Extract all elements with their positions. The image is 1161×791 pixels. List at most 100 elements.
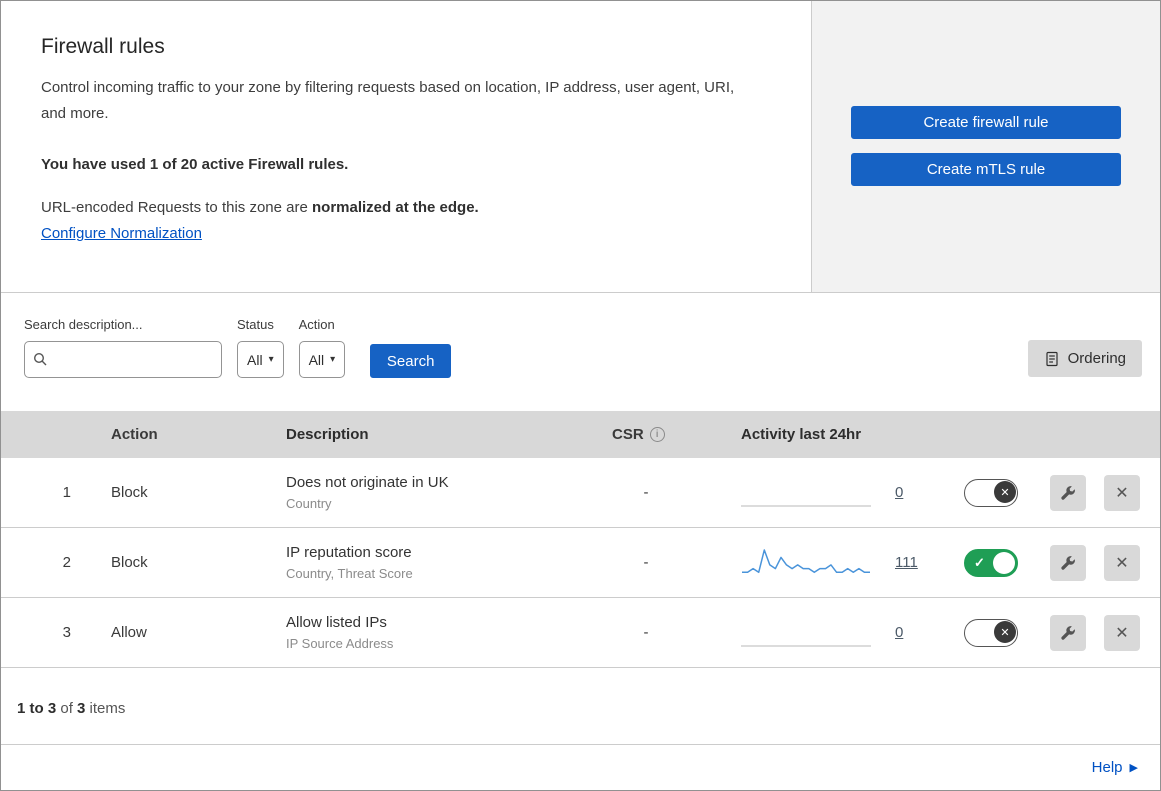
search-button[interactable]: Search	[370, 344, 452, 378]
activity-sparkline	[741, 504, 871, 507]
edit-rule-button[interactable]	[1050, 614, 1086, 651]
row-number: 2	[62, 554, 71, 571]
rule-edit-cell	[1041, 544, 1095, 581]
delete-rule-button[interactable]: ✕	[1104, 474, 1140, 511]
range-text: 1 to 3	[17, 700, 57, 717]
table-row: 2 Block IP reputation score Country, Thr…	[1, 528, 1160, 598]
table-row: 1 Block Does not originate in UK Country…	[1, 458, 1160, 528]
search-box[interactable]	[24, 341, 222, 378]
normalization-prefix: URL-encoded Requests to this zone are	[41, 199, 312, 216]
pagination-summary: 1 to 3 of 3 items	[1, 668, 1160, 744]
status-dropdown[interactable]: All ▾	[237, 341, 284, 378]
row-number: 3	[62, 624, 71, 641]
usage-text: You have used 1 of 20 active Firewall ru…	[41, 156, 349, 173]
delete-rule-button[interactable]: ✕	[1104, 614, 1140, 651]
toggle-knob: ✕	[993, 551, 1015, 574]
page-title: Firewall rules	[41, 35, 165, 58]
filter-bar: Search description... Status All ▾ Actio…	[1, 293, 1160, 411]
header-activity: Activity last 24hr	[696, 426, 941, 443]
activity-count-link[interactable]: 0	[895, 484, 903, 501]
rule-action: Allow	[111, 624, 147, 641]
rule-activity-cell: 0	[696, 475, 941, 511]
action-label: Action	[298, 317, 335, 332]
help-bar: Help ▶	[1, 744, 1160, 790]
activity-sparkline	[741, 644, 871, 647]
normalization-text: URL-encoded Requests to this zone are no…	[41, 199, 741, 216]
rule-toggle-cell: ✓ ✕	[941, 618, 1041, 647]
rule-toggle-cell: ✓ ✕	[941, 478, 1041, 507]
search-input[interactable]	[54, 351, 213, 368]
activity-sparkline	[742, 548, 870, 573]
rule-delete-cell: ✕	[1095, 544, 1149, 581]
check-icon: ✓	[974, 554, 985, 570]
search-field-group: Search description...	[24, 317, 222, 378]
table-row: 3 Allow Allow listed IPs IP Source Addre…	[1, 598, 1160, 668]
rule-description: Does not originate in UK	[286, 474, 449, 491]
search-label: Search description...	[24, 317, 143, 332]
chevron-down-icon: ▾	[330, 354, 336, 365]
page-description: Control incoming traffic to your zone by…	[41, 79, 735, 122]
edit-rule-button[interactable]	[1050, 474, 1086, 511]
rule-csr: -	[643, 554, 649, 571]
wrench-icon	[1060, 485, 1076, 501]
header-activity-label: Activity last 24hr	[741, 426, 862, 443]
rule-description: IP reputation score	[286, 544, 412, 561]
create-firewall-rule-button[interactable]: Create firewall rule	[851, 106, 1121, 139]
rule-toggle-cell: ✓ ✕	[941, 548, 1041, 577]
rule-action: Block	[111, 484, 148, 501]
chevron-down-icon: ▾	[268, 354, 274, 365]
close-icon: ✕	[1115, 484, 1129, 502]
rule-csr: -	[643, 624, 649, 641]
configure-normalization-link[interactable]: Configure Normalization	[41, 225, 202, 242]
activity-count-link[interactable]: 0	[895, 624, 903, 641]
status-filter-group: Status All ▾	[237, 317, 284, 378]
of-text: of	[56, 700, 78, 717]
toggle-knob: ✕	[994, 481, 1016, 503]
header-csr: CSR i	[596, 426, 696, 443]
rule-description: Allow listed IPs	[286, 614, 387, 631]
rule-fields: Country, Threat Score	[286, 566, 413, 581]
rule-enabled-toggle[interactable]: ✓ ✕	[964, 618, 1018, 647]
ordering-button[interactable]: Ordering	[1027, 340, 1142, 377]
header-csr-label: CSR	[612, 426, 644, 443]
header-action: Action	[111, 426, 158, 443]
items-text: items	[85, 700, 126, 717]
delete-rule-button[interactable]: ✕	[1104, 544, 1140, 581]
actions-panel: Create firewall rule Create mTLS rule	[812, 1, 1160, 292]
rules-table: Action Description CSR i Activity last 2…	[1, 411, 1160, 668]
header-description: Description	[286, 426, 369, 443]
action-dropdown[interactable]: All ▾	[298, 341, 346, 378]
rule-fields: IP Source Address	[286, 636, 394, 651]
x-icon: ✕	[1000, 486, 1010, 499]
rule-activity-cell: 111	[696, 545, 941, 581]
rule-enabled-toggle[interactable]: ✓ ✕	[964, 548, 1018, 577]
rule-activity-cell: 0	[696, 615, 941, 651]
row-number: 1	[62, 484, 71, 501]
search-icon	[33, 352, 48, 367]
rule-description-cell: IP reputation score Country, Threat Scor…	[266, 544, 596, 581]
rule-action: Block	[111, 554, 148, 571]
rule-csr: -	[643, 484, 649, 501]
status-label: Status	[237, 317, 274, 332]
rule-delete-cell: ✕	[1095, 614, 1149, 651]
create-mtls-rule-button[interactable]: Create mTLS rule	[851, 153, 1121, 186]
firewall-rules-page: Firewall rules Control incoming traffic …	[0, 0, 1161, 791]
wrench-icon	[1060, 555, 1076, 571]
ordering-button-label: Ordering	[1067, 350, 1126, 367]
close-icon: ✕	[1115, 624, 1129, 642]
caret-right-icon: ▶	[1129, 762, 1138, 774]
rule-edit-cell	[1041, 474, 1095, 511]
edit-rule-button[interactable]	[1050, 544, 1086, 581]
intro-card: Firewall rules Control incoming traffic …	[1, 1, 812, 292]
info-icon[interactable]: i	[649, 427, 665, 442]
ordering-list-icon	[1044, 351, 1060, 367]
action-dropdown-value: All	[308, 351, 325, 368]
rule-delete-cell: ✕	[1095, 474, 1149, 511]
activity-count-link[interactable]: 111	[895, 554, 918, 571]
help-link[interactable]: Help ▶	[1092, 759, 1138, 776]
action-filter-group: Action All ▾	[298, 317, 346, 378]
rule-enabled-toggle[interactable]: ✓ ✕	[964, 478, 1018, 507]
toggle-knob: ✕	[994, 621, 1016, 643]
rule-description-cell: Allow listed IPs IP Source Address	[266, 614, 596, 651]
wrench-icon	[1060, 625, 1076, 641]
